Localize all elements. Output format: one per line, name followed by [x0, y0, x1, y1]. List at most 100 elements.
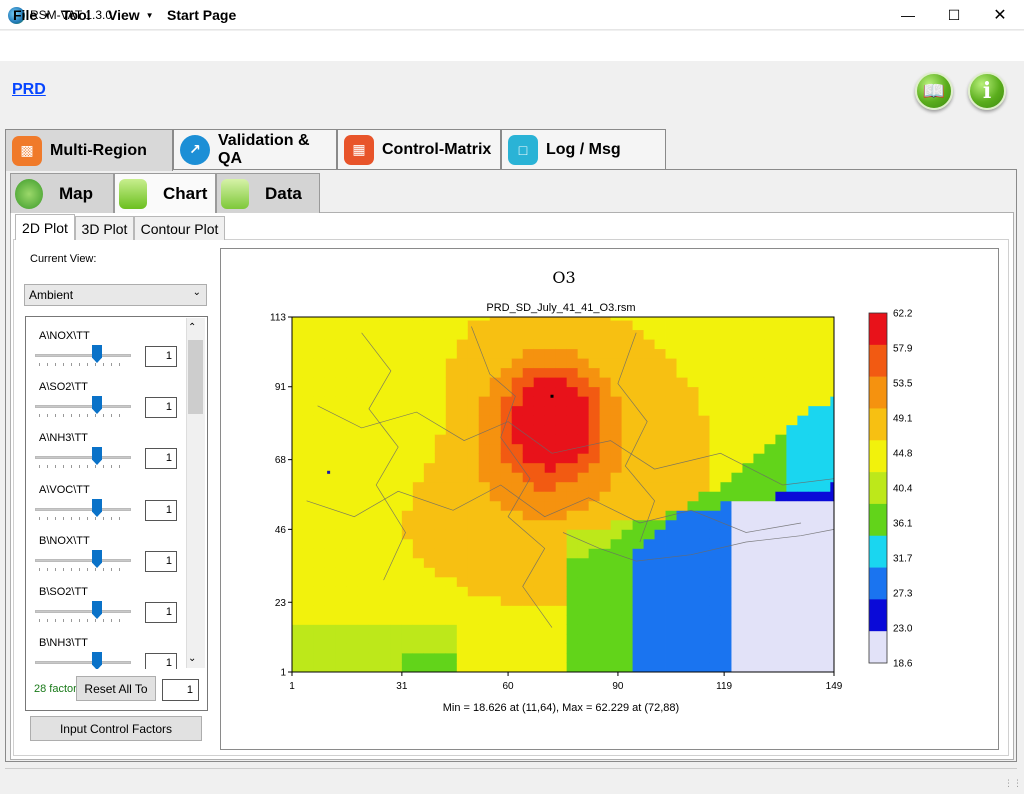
factor-slider-track[interactable]: [35, 610, 131, 613]
tab-multi-region[interactable]: ▩ Multi-Region: [5, 129, 173, 171]
factor-value-input[interactable]: 1: [145, 653, 177, 669]
view-select[interactable]: Ambient ⌄: [24, 284, 207, 306]
heatmap-cell: [643, 605, 655, 616]
heatmap-cell: [687, 386, 699, 397]
heatmap-cell: [478, 329, 491, 340]
heatmap-cell: [533, 462, 546, 473]
reset-value-input[interactable]: 1: [162, 679, 199, 701]
heatmap-cell: [357, 329, 370, 340]
heatmap-cell: [478, 662, 491, 673]
minimize-button[interactable]: —: [885, 0, 931, 30]
factor-slider-thumb[interactable]: [92, 601, 102, 619]
heatmap-cell: [412, 614, 425, 625]
heatmap-cell: [709, 557, 721, 568]
factor-slider-thumb[interactable]: [92, 652, 102, 669]
heatmap-cell: [566, 519, 579, 530]
heatmap-cell: [764, 434, 776, 445]
menu-view[interactable]: View ▼: [108, 7, 154, 23]
factor-slider-thumb[interactable]: [92, 396, 102, 414]
factor-list: A\NOX\TT 1 A\SO2\TT 1 A\NH3\TT 1 A\VOC\T…: [26, 317, 186, 669]
heatmap-cell: [599, 462, 612, 473]
region-link[interactable]: PRD: [12, 81, 46, 99]
heatmap-cell: [379, 377, 392, 388]
input-control-factors-button[interactable]: Input Control Factors: [30, 716, 202, 741]
heatmap-cell: [610, 443, 622, 454]
factor-value-input[interactable]: 1: [145, 500, 177, 521]
factor-slider-track[interactable]: [35, 559, 131, 562]
factor-slider-track[interactable]: [35, 456, 131, 459]
heatmap-cell: [335, 605, 348, 616]
resize-grip-icon[interactable]: ⋮⋮: [1004, 778, 1022, 789]
factor-slider-thumb[interactable]: [92, 550, 102, 568]
factor-slider-track[interactable]: [35, 354, 131, 357]
heatmap-cell: [742, 405, 754, 416]
heatmap-cell: [742, 567, 754, 578]
heatmap-cell: [522, 624, 535, 635]
scroll-down-icon[interactable]: ⌄: [188, 653, 196, 664]
tab-2d-plot[interactable]: 2D Plot: [15, 214, 75, 240]
heatmap-cell: [797, 605, 809, 616]
heatmap-cell: [720, 652, 732, 663]
heatmap-cell: [742, 358, 754, 369]
heatmap-cell: [434, 472, 447, 483]
menu-start-page[interactable]: Start Page: [167, 7, 236, 23]
heatmap-cell: [709, 662, 721, 673]
heatmap-cell: [401, 481, 414, 492]
factor-slider-thumb[interactable]: [92, 447, 102, 465]
colorbar-segment: [869, 376, 887, 409]
tab-data[interactable]: Data: [216, 173, 320, 213]
heatmap-cell: [566, 367, 579, 378]
heatmap-cell: [654, 567, 666, 578]
heatmap-cell: [764, 481, 776, 492]
factor-item: A\NH3\TT 1: [26, 432, 186, 483]
heatmap-cell: [313, 317, 326, 321]
factor-value-input[interactable]: 1: [145, 602, 177, 623]
info-icon[interactable]: i: [968, 72, 1006, 110]
heatmap-cell: [665, 415, 677, 426]
menu-tool[interactable]: Tool: [62, 7, 91, 23]
factor-slider-track[interactable]: [35, 508, 131, 511]
heatmap-cell: [302, 643, 315, 654]
colorbar-label: 18.6: [893, 659, 913, 670]
heatmap-cell: [610, 386, 622, 397]
factor-value-input[interactable]: 1: [145, 397, 177, 418]
heatmap-cell: [709, 320, 721, 331]
factor-slider-track[interactable]: [35, 661, 131, 664]
colorbar-label: 44.8: [893, 449, 913, 460]
heatmap-cell: [819, 377, 831, 388]
heatmap-cell: [390, 317, 403, 321]
factor-value-input[interactable]: 1: [145, 448, 177, 469]
tab-contour-plot[interactable]: Contour Plot: [134, 216, 225, 240]
maximize-button[interactable]: ☐: [931, 0, 977, 30]
factor-slider-thumb[interactable]: [92, 499, 102, 517]
heatmap-cell: [786, 472, 798, 483]
heatmap-cell: [456, 510, 469, 521]
heatmap-cell: [445, 529, 458, 540]
help-book-icon[interactable]: 📖: [915, 72, 953, 110]
factor-slider-track[interactable]: [35, 405, 131, 408]
reset-all-button[interactable]: Reset All To: [76, 676, 156, 701]
tab-log-msg[interactable]: □ Log / Msg: [501, 129, 666, 169]
heatmap-cell: [775, 538, 787, 549]
colorbar-segment: [869, 631, 887, 664]
heatmap-cell: [555, 462, 568, 473]
factor-slider-thumb[interactable]: [92, 345, 102, 363]
heatmap-cell: [302, 386, 315, 397]
scroll-up-icon[interactable]: ⌃: [188, 322, 196, 333]
scrollbar-thumb[interactable]: [188, 340, 203, 414]
factor-value-input[interactable]: 1: [145, 346, 177, 367]
heatmap-cell: [478, 443, 491, 454]
heatmap-cell: [786, 339, 798, 350]
menu-file[interactable]: File ▼: [13, 7, 51, 23]
tab-control-matrix[interactable]: ▦ Control-Matrix: [337, 129, 501, 169]
tab-chart[interactable]: Chart: [114, 173, 216, 213]
factor-value-input[interactable]: 1: [145, 551, 177, 572]
heatmap-cell: [522, 510, 535, 521]
tab-3d-plot[interactable]: 3D Plot: [75, 216, 134, 240]
tab-validation-qa[interactable]: ↗ Validation & QA: [173, 129, 337, 169]
tab-map[interactable]: Map: [10, 173, 114, 213]
heatmap-cell: [555, 529, 568, 540]
close-button[interactable]: ✕: [977, 0, 1023, 30]
heatmap-cell: [368, 567, 381, 578]
heatmap-cell: [335, 643, 348, 654]
